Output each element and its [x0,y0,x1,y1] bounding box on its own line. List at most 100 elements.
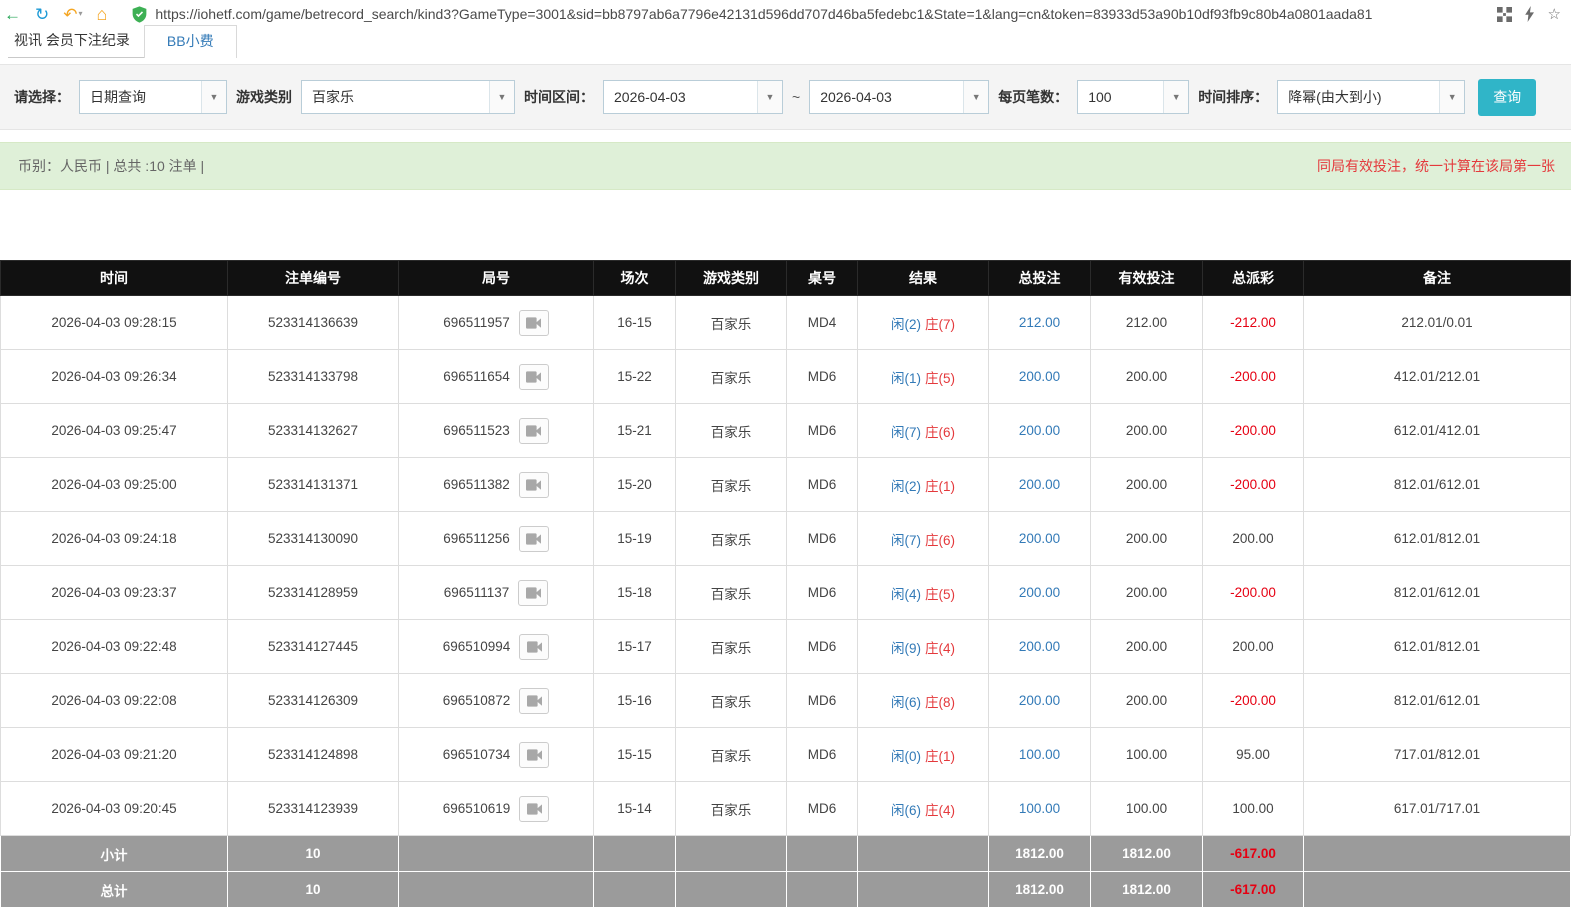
round-number: 696511654 [443,369,510,384]
browser-chrome: ← ↻ ↶ ▾ ⌂ https://iohetf.com/game/betreco… [0,0,1571,28]
result-player: 闲(9) [891,640,921,656]
video-replay-button[interactable] [518,363,549,390]
cell-time: 2026-04-03 09:26:34 [0,349,228,404]
cell-remark: 717.01/812.01 [1303,727,1571,782]
round-number: 696510872 [442,693,511,708]
page-size-dropdown[interactable]: 100 ▼ [1077,80,1190,114]
summary-empty [675,871,787,907]
total-bet-link[interactable]: 212.00 [1019,315,1060,330]
video-replay-button[interactable] [519,795,550,822]
cell-remark: 612.01/412.01 [1303,403,1571,458]
result-player: 闲(2) [891,316,921,332]
undo-icon[interactable]: ↶ ▾ [63,6,82,23]
sort-label: 时间排序： [1198,89,1269,105]
cell-session: 15-22 [593,349,676,404]
cell-payout: -200.00 [1202,565,1304,620]
cell-session: 15-18 [593,565,676,620]
column-header: 结果 [857,260,989,296]
cell-session: 15-19 [593,511,676,566]
notice-text: 同局有效投注，统一计算在该局第一张 [1317,158,1555,174]
video-replay-button[interactable] [519,633,550,660]
lightning-icon[interactable] [1524,6,1536,22]
query-type-dropdown[interactable]: 日期查询 ▼ [79,80,227,114]
column-header: 总投注 [988,260,1091,296]
total-bet-link[interactable]: 200.00 [1019,531,1060,546]
cell-remark: 412.01/212.01 [1303,349,1571,404]
column-header: 时间 [0,260,228,296]
bookmark-star-icon[interactable]: ☆ [1548,5,1561,23]
table-row: 2026-04-03 09:22:48 523314127445 6965109… [0,619,1571,674]
total-bet-link[interactable]: 200.00 [1019,585,1060,600]
chevron-down-icon: ▼ [963,81,989,113]
total-bet-link[interactable]: 200.00 [1019,477,1060,492]
tab-bet-records[interactable]: 视讯 会员下注纪录 [8,25,144,58]
total-bet-link[interactable]: 200.00 [1019,639,1060,654]
round-number: 696511137 [443,585,510,600]
cell-total-bet: 200.00 [988,457,1091,512]
table-row: 2026-04-03 09:23:37 523314128959 6965111… [0,565,1571,620]
date-range-separator: ~ [792,89,801,105]
cell-time: 2026-04-03 09:25:00 [0,457,228,512]
summary-count: 10 [227,835,399,872]
result-player: 闲(6) [891,802,921,818]
cell-round: 696510872 [398,673,594,728]
video-replay-button[interactable] [518,525,549,552]
bet-record-table: 时间 注单编号 局号 场次 游戏类别 桌号 结果 总投注 有效投注 总派彩 备注 2026-04-0… [0,260,1571,907]
cell-payout: -200.00 [1202,457,1304,512]
tab-bb-tip[interactable]: BB小费 [143,25,237,58]
cell-total-bet: 200.00 [988,619,1091,674]
result-player: 闲(4) [891,586,921,602]
game-type-label: 游戏类别 [236,89,292,105]
total-bet-link[interactable]: 200.00 [1019,423,1060,438]
search-button[interactable]: 查询 [1478,78,1537,116]
address-bar[interactable]: https://iohetf.com/game/betrecord_search… [132,2,1482,26]
video-replay-button[interactable] [518,471,549,498]
cell-table-no: MD6 [786,403,858,458]
home-icon[interactable]: ⌂ [97,5,108,23]
cell-round: 696510619 [398,781,594,836]
date-to-dropdown[interactable]: 2026-04-03 ▼ [809,80,990,114]
column-header: 桌号 [786,260,858,296]
cell-remark: 612.01/812.01 [1303,511,1571,566]
game-type-dropdown[interactable]: 百家乐 ▼ [301,80,515,114]
cell-round: 696511957 [398,295,594,350]
total-bet-link[interactable]: 100.00 [1019,801,1060,816]
total-bet-link[interactable]: 200.00 [1019,693,1060,708]
video-replay-button[interactable] [518,417,549,444]
cell-game-type: 百家乐 [675,727,787,782]
query-type-value: 日期查询 [90,89,146,105]
video-replay-button[interactable] [518,309,549,336]
cell-total-bet: 100.00 [988,727,1091,782]
cell-total-bet: 212.00 [988,295,1091,350]
round-number: 696511523 [443,423,510,438]
cell-bet-id: 523314132627 [227,403,399,458]
round-number: 696511957 [443,315,510,330]
video-replay-button[interactable] [518,579,549,606]
cell-round: 696510734 [398,727,594,782]
cell-game-type: 百家乐 [675,781,787,836]
date-from-dropdown[interactable]: 2026-04-03 ▼ [603,80,783,114]
column-header: 游戏类别 [675,260,787,296]
cell-result: 闲(9) 庄(4) [857,619,989,674]
result-banker: 庄(5) [925,370,955,386]
total-bet-link[interactable]: 100.00 [1019,747,1060,762]
back-icon[interactable]: ← [4,6,21,23]
total-bet-link[interactable]: 200.00 [1019,369,1060,384]
summary-total-bet: 1812.00 [988,835,1091,872]
summary-empty [786,835,858,872]
table-row: 2026-04-03 09:25:00 523314131371 6965113… [0,457,1571,512]
chevron-down-icon: ▼ [1163,81,1189,113]
column-header: 场次 [593,260,676,296]
video-replay-button[interactable] [519,741,550,768]
time-range-label: 时间区间： [524,89,594,105]
extensions-grid-icon[interactable] [1496,6,1512,22]
cell-result: 闲(2) 庄(1) [857,457,989,512]
video-replay-button[interactable] [519,687,550,714]
cell-result: 闲(7) 庄(6) [857,403,989,458]
cell-payout: 200.00 [1202,619,1304,674]
refresh-icon[interactable]: ↻ [35,6,49,23]
result-player: 闲(0) [891,748,921,764]
cell-time: 2026-04-03 09:25:47 [0,403,228,458]
sort-dropdown[interactable]: 降幂(由大到小) ▼ [1277,80,1466,114]
cell-bet-id: 523314127445 [227,619,399,674]
